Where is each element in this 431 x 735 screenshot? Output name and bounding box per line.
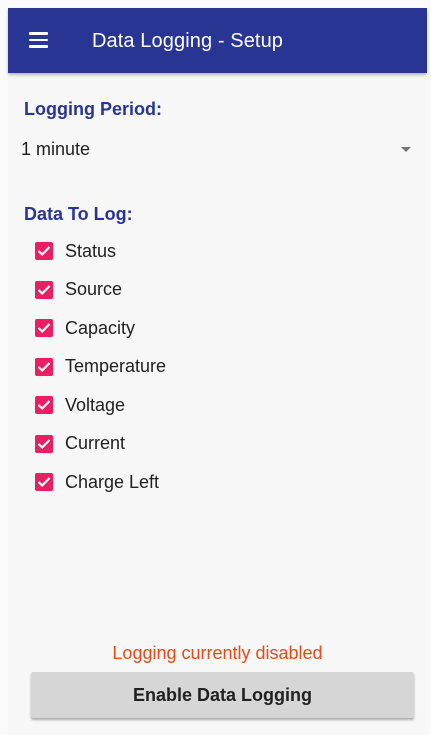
checkbox-current[interactable]: Current [35,425,395,464]
checkbox-voltage[interactable]: Voltage [35,386,395,425]
checkbox-temperature[interactable]: Temperature [35,348,395,387]
checkbox-label: Charge Left [65,471,160,492]
data-logging-setup-screen: Data Logging - Setup Logging Period: 1 m… [8,8,427,735]
checkbox-label: Source [65,279,123,300]
logging-period-label: Logging Period: [24,99,162,119]
checkbox-checked-icon[interactable] [35,473,53,492]
app-bar: Data Logging - Setup [8,8,427,73]
checkbox-label: Capacity [65,317,136,338]
data-to-log-label: Data To Log: [24,204,133,224]
data-to-log-list: Status Source Capacity Temperature Volta… [35,232,395,502]
checkbox-checked-icon[interactable] [35,242,53,261]
checkbox-label: Status [65,240,117,261]
checkbox-checked-icon[interactable] [35,319,53,338]
checkbox-capacity[interactable]: Capacity [35,309,395,348]
checkbox-status[interactable]: Status [35,232,395,271]
checkbox-source[interactable]: Source [35,271,395,310]
checkbox-checked-icon[interactable] [35,396,53,415]
checkbox-label: Current [65,433,126,454]
app-title: Data Logging - Setup [92,30,284,52]
enable-data-logging-button[interactable]: Enable Data Logging [31,672,414,718]
hamburger-menu-icon[interactable] [29,32,48,48]
checkbox-label: Temperature [65,356,167,377]
logging-status-text: Logging currently disabled [112,643,323,663]
logging-period-value: 1 minute [21,139,91,159]
checkbox-checked-icon[interactable] [35,434,53,453]
checkbox-label: Voltage [65,394,126,415]
logging-period-dropdown[interactable]: 1 minute [21,133,417,167]
checkbox-charge-left[interactable]: Charge Left [35,463,395,502]
dropdown-arrow-icon [401,147,411,152]
checkbox-checked-icon[interactable] [35,280,53,299]
checkbox-checked-icon[interactable] [35,357,53,376]
